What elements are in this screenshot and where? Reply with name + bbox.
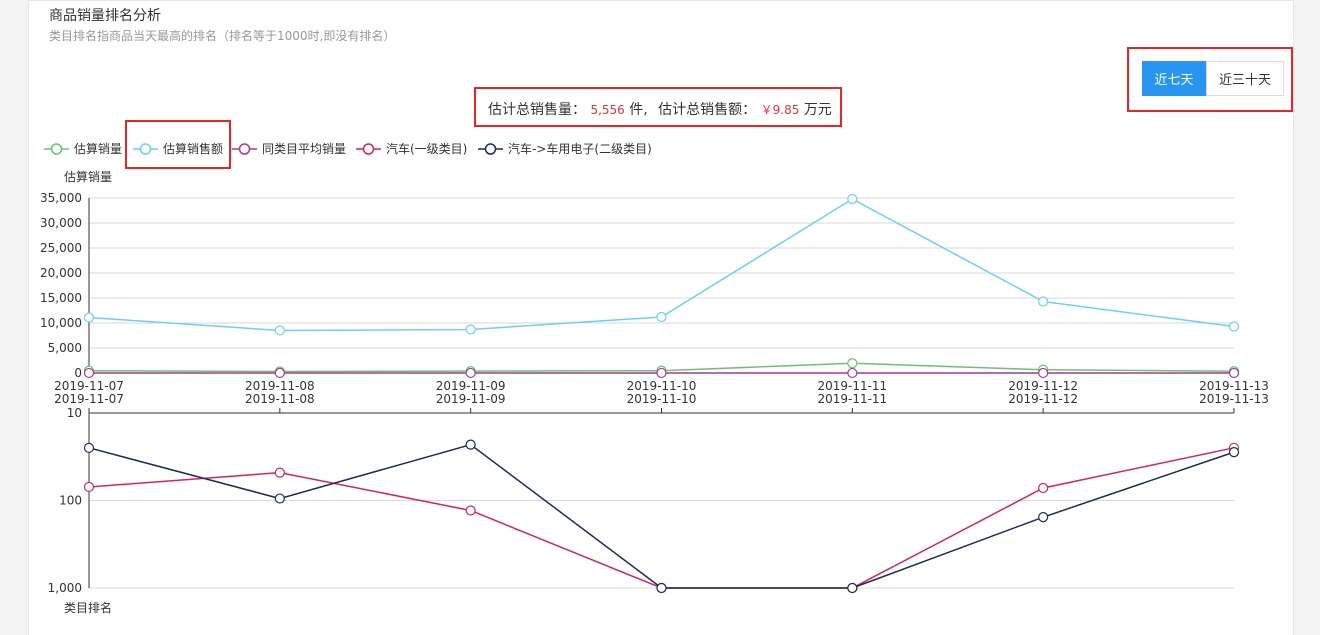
top-x-tick-label: 2019-11-09 — [436, 379, 506, 393]
top-y-tick-label: 25,000 — [40, 241, 82, 255]
bottom-x-tick-label: 2019-11-10 — [627, 392, 697, 406]
bottom-series-point-1 — [1038, 512, 1049, 523]
top-series-point-1 — [1038, 296, 1049, 307]
bottom-series-point-1 — [274, 493, 285, 504]
top-series-point-1 — [465, 324, 476, 335]
top-x-tick-label: 2019-11-13 — [1199, 379, 1269, 393]
top-y-tick-label: 20,000 — [40, 266, 82, 280]
bottom-series-line-0 — [88, 447, 1235, 589]
top-x-tick-label: 2019-11-08 — [245, 379, 315, 393]
legend-highlight-box — [125, 120, 231, 169]
bottom-x-tick-label: 2019-11-12 — [1008, 392, 1078, 406]
bottom-y-tick-label: 10 — [67, 406, 82, 420]
top-series-point-2 — [83, 367, 95, 379]
bottom-series-point-1 — [1228, 447, 1240, 458]
bottom-x-tick-label: 2019-11-13 — [1199, 392, 1269, 406]
legend-label-4: 汽车->车用电子(二级类目) — [508, 141, 652, 156]
top-y-tick-label: 0 — [74, 366, 82, 380]
top-series-line-1 — [88, 198, 1235, 332]
legend-marker-3 — [362, 143, 375, 155]
sales-rank-chart: 估算销量 估算销售额 同类目平均销量 汽车(一级类目) 汽车->车用电子(二级类目)估算… — [40, 141, 1269, 615]
bottom-series-point-1 — [847, 582, 858, 594]
top-series-point-2 — [656, 367, 667, 379]
legend-label-2: 同类目平均销量 — [262, 142, 346, 156]
top-x-tick-label: 2019-11-10 — [627, 379, 697, 393]
top-y-tick-label: 10,000 — [40, 316, 82, 330]
top-y-tick-label: 30,000 — [40, 216, 82, 230]
bottom-series-line-1 — [88, 443, 1235, 589]
top-series-point-1 — [1228, 321, 1240, 332]
top-y-tick-label: 5,000 — [48, 341, 82, 355]
bottom-y-tick-label: 100 — [59, 494, 82, 508]
bottom-series-point-1 — [656, 582, 667, 594]
top-x-tick-label: 2019-11-07 — [54, 379, 124, 393]
legend-marker-0 — [50, 143, 63, 155]
bottom-series-point-0 — [274, 467, 285, 478]
top-y-tick-label: 35,000 — [40, 191, 82, 205]
bottom-x-tick-label: 2019-11-07 — [54, 392, 124, 406]
top-series-point-1 — [274, 325, 285, 336]
top-series-point-2 — [1038, 367, 1049, 379]
top-series-point-1 — [83, 312, 95, 323]
bottom-series-point-0 — [1038, 482, 1049, 494]
bottom-x-tick-label: 2019-11-08 — [245, 392, 315, 406]
top-x-tick-label: 2019-11-12 — [1008, 379, 1078, 393]
bottom-x-tick-label: 2019-11-09 — [436, 392, 506, 406]
top-y-axis-title: 估算销量 — [64, 169, 112, 184]
top-series-point-2 — [847, 367, 858, 379]
bottom-series-point-1 — [83, 442, 95, 453]
top-series-point-1 — [847, 193, 858, 205]
legend-label-3: 汽车(一级类目) — [386, 141, 467, 156]
legend-marker-4 — [484, 143, 497, 155]
top-series-point-2 — [1228, 367, 1240, 379]
top-y-tick-label: 15,000 — [40, 291, 82, 305]
legend-marker-2 — [238, 143, 251, 155]
bottom-y-axis-title: 类目排名 — [64, 600, 112, 615]
bottom-series-point-1 — [465, 439, 476, 450]
top-x-tick-label: 2019-11-11 — [817, 379, 887, 393]
bottom-x-tick-label: 2019-11-11 — [817, 392, 887, 406]
top-series-point-0 — [847, 358, 858, 369]
top-series-point-2 — [274, 367, 285, 379]
legend-label-0: 估算销量 — [74, 141, 122, 156]
top-series-point-2 — [465, 367, 476, 379]
bottom-y-tick-label: 1,000 — [48, 581, 82, 595]
bottom-series-point-0 — [465, 505, 476, 516]
top-series-point-1 — [656, 311, 667, 323]
bottom-series-point-0 — [83, 481, 95, 493]
